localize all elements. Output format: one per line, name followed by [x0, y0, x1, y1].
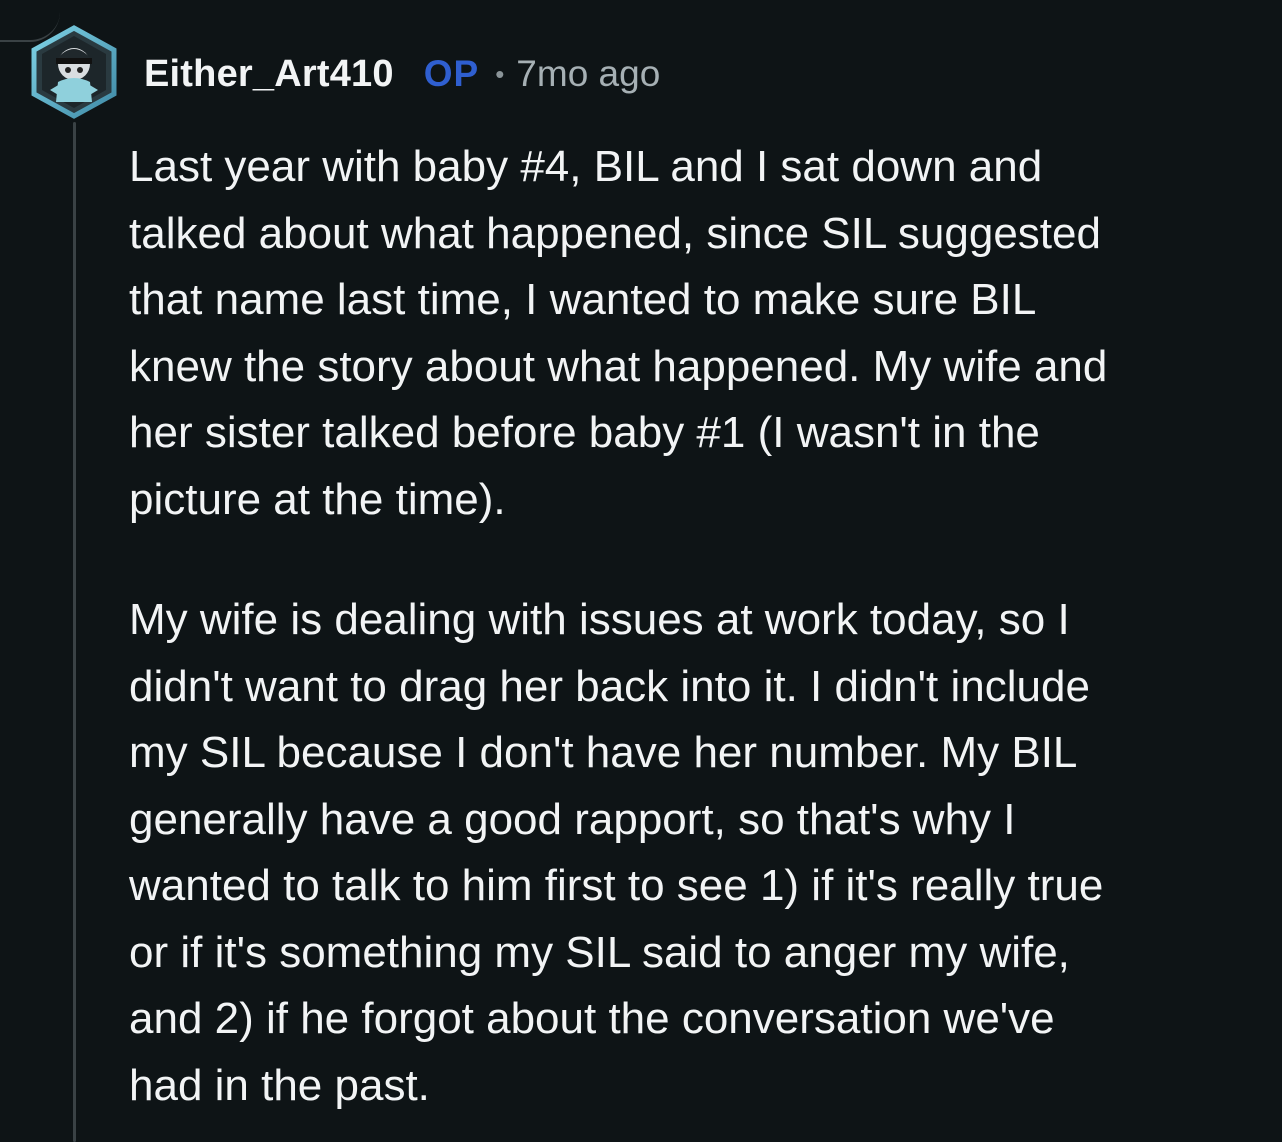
comment-paragraph-1: Last year with baby #4, BIL and I sat do…: [129, 134, 1249, 533]
comment-line: didn't want to drag her back into it. I …: [129, 661, 1090, 711]
comment-line: my SIL because I don't have her number. …: [129, 728, 1078, 777]
comment-line: Last year with baby #4, BIL and I sat do…: [129, 142, 1043, 191]
comment-header: Either_Art410 OP • 7mo ago: [144, 48, 660, 100]
comment-body: Last year with baby #4, BIL and I sat do…: [129, 134, 1249, 1119]
comment-line: talked about what happened, since SIL su…: [129, 208, 1101, 258]
comment-line: had in the past.: [129, 1060, 430, 1110]
comment-line: generally have a good rapport, so that's…: [129, 794, 1016, 844]
comment-line: and 2) if he forgot about the conversati…: [129, 994, 1055, 1043]
user-avatar-icon[interactable]: [26, 24, 122, 120]
comment-line: her sister talked before baby #1 (I wasn…: [129, 408, 1040, 457]
comment-timestamp[interactable]: 7mo ago: [516, 53, 660, 95]
snoo-avatar-icon: [31, 25, 117, 119]
comment-line: wanted to talk to him first to see 1) if…: [129, 861, 1104, 910]
comment-line: picture at the time).: [129, 474, 506, 524]
thread-collapse-line[interactable]: [73, 122, 76, 1142]
comment-paragraph-2: My wife is dealing with issues at work t…: [129, 587, 1249, 1119]
op-badge: OP: [423, 53, 480, 94]
separator-dot: •: [495, 58, 505, 89]
comment-line: knew the story about what happened. My w…: [129, 341, 1108, 391]
comment-line: My wife is dealing with issues at work t…: [129, 595, 1070, 644]
comment-line: or if it's something my SIL said to ange…: [129, 927, 1070, 977]
author-username[interactable]: Either_Art410: [144, 53, 394, 96]
comment-line: that name last time, I wanted to make su…: [129, 275, 1037, 324]
